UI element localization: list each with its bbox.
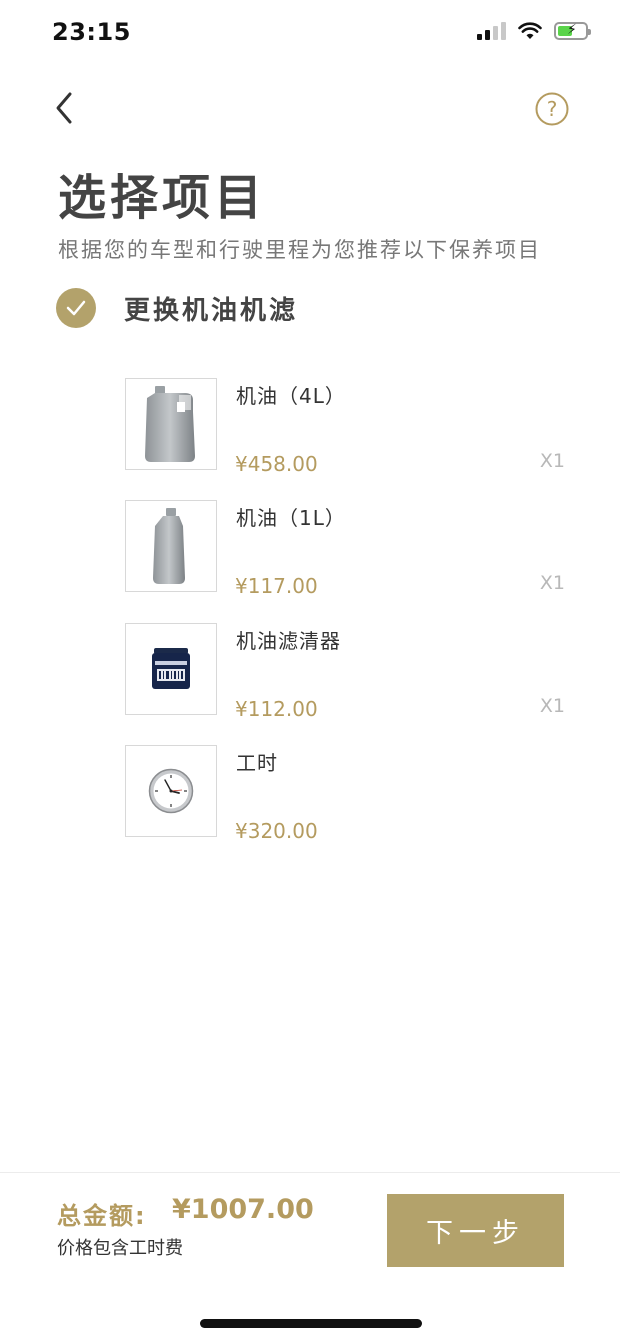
status-icons: ⚡ xyxy=(477,22,591,40)
list-item: 机油（4L） ¥458.00 X1 xyxy=(125,378,565,476)
page-title: 选择项目 xyxy=(58,170,267,226)
list-item: 机油（1L） ¥117.00 X1 xyxy=(125,500,565,598)
item-thumbnail xyxy=(125,378,217,470)
section-header[interactable]: 更换机油机滤 xyxy=(56,288,298,328)
item-thumbnail xyxy=(125,623,217,715)
item-name: 机油滤清器 xyxy=(236,629,341,653)
checkmark-icon[interactable] xyxy=(56,288,96,328)
item-price: ¥320.00 xyxy=(235,819,318,843)
battery-icon: ⚡ xyxy=(554,22,591,40)
item-name: 工时 xyxy=(236,751,278,775)
oil-bottle-icon xyxy=(153,508,185,584)
next-step-button[interactable]: 下一步 xyxy=(387,1194,564,1267)
svg-text:?: ? xyxy=(547,97,558,121)
total-label: 总金额: xyxy=(57,1202,147,1230)
oil-filter-icon xyxy=(152,648,190,689)
price-note: 价格包含工时费 xyxy=(57,1238,183,1259)
section-title: 更换机油机滤 xyxy=(124,295,299,326)
wifi-icon xyxy=(518,22,542,39)
help-icon[interactable]: ? xyxy=(535,92,569,126)
item-thumbnail xyxy=(125,500,217,592)
item-price: ¥458.00 xyxy=(235,452,318,476)
cellular-signal-icon xyxy=(477,22,506,40)
item-price: ¥117.00 xyxy=(235,574,318,598)
home-indicator[interactable] xyxy=(200,1319,422,1328)
oil-jug-icon xyxy=(145,386,195,462)
total-amount: ¥1007.00 xyxy=(172,1194,314,1225)
list-item: 工时 ¥320.00 xyxy=(125,745,565,843)
page-subtitle: 根据您的车型和行驶里程为您推荐以下保养项目 xyxy=(58,238,541,262)
status-bar: 23:15 ⚡ xyxy=(0,0,620,66)
item-quantity: X1 xyxy=(539,695,565,717)
item-name: 机油（1L） xyxy=(236,506,346,530)
item-price: ¥112.00 xyxy=(235,697,318,721)
clock-icon xyxy=(148,768,194,814)
item-name: 机油（4L） xyxy=(236,384,346,408)
item-thumbnail xyxy=(125,745,217,837)
list-item: 机油滤清器 ¥112.00 X1 xyxy=(125,623,565,721)
back-icon[interactable] xyxy=(50,88,80,128)
item-quantity: X1 xyxy=(539,572,565,594)
footer-divider xyxy=(0,1172,620,1173)
item-quantity: X1 xyxy=(539,450,565,472)
status-time: 23:15 xyxy=(52,18,131,46)
